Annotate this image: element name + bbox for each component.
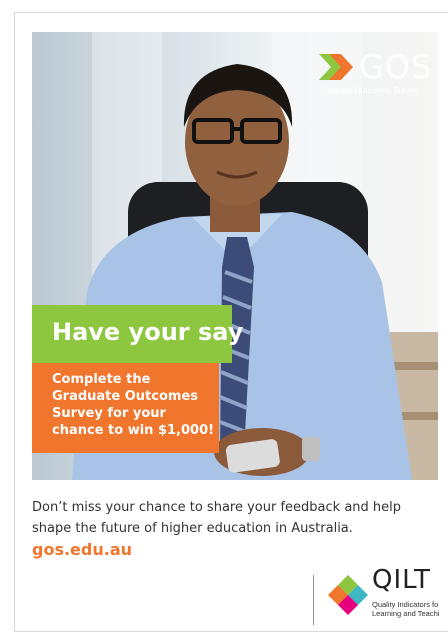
promo-line: Graduate Outcomes	[52, 389, 199, 404]
gos-chevron-icon	[319, 54, 353, 80]
website-link[interactable]: gos.edu.au	[32, 540, 132, 559]
gos-wordmark: GOS	[359, 48, 433, 86]
gos-subtitle: Graduate Outcomes Survey	[319, 86, 419, 95]
logo-divider	[313, 575, 314, 625]
body-text: Don’t miss your chance to share your fee…	[32, 500, 402, 536]
promo-box: Complete the Graduate Outcomes Survey fo…	[32, 363, 219, 453]
gos-logo: GOS Graduate Outcomes Survey	[319, 48, 434, 100]
promo-line: chance to win $1,000!	[52, 423, 215, 438]
qilt-subtitle: Quality Indicators fo Learning and Teach…	[372, 600, 448, 618]
promo-line: Survey for your	[52, 406, 166, 421]
have-your-say-banner: Have your say	[32, 305, 243, 363]
qilt-subtitle-line: Learning and Teachi	[372, 609, 440, 618]
qilt-wordmark: QILT	[372, 565, 431, 595]
qilt-subtitle-line: Quality Indicators fo	[372, 600, 439, 609]
qilt-logo-icon	[328, 575, 368, 615]
promo-line: Complete the	[52, 372, 151, 387]
